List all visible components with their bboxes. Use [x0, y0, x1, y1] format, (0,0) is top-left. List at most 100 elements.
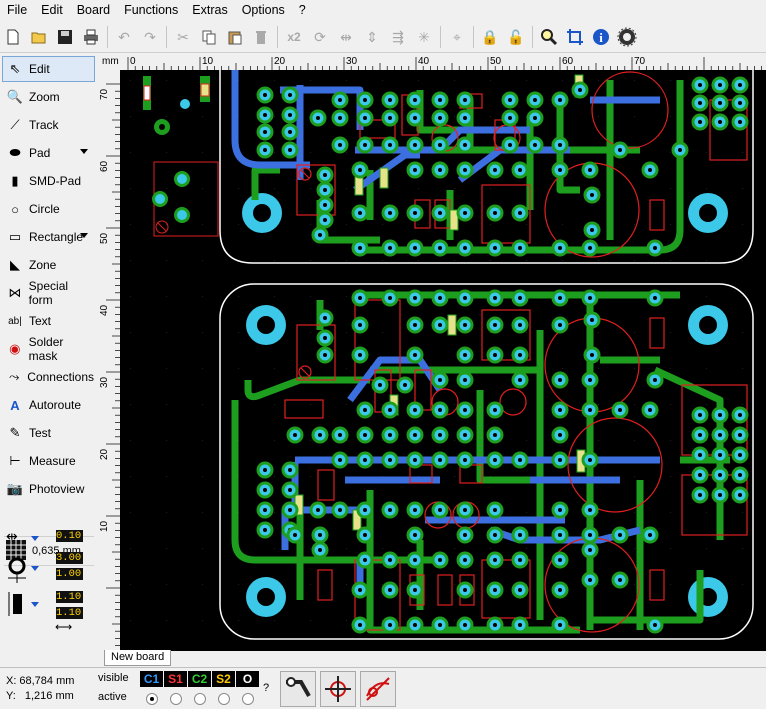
- tool-pad[interactable]: ⬬ Pad: [2, 140, 95, 166]
- board-tab-bar: New board: [98, 650, 766, 667]
- menu-help[interactable]: ?: [292, 0, 313, 21]
- cut-icon[interactable]: ✂: [171, 25, 195, 49]
- menu-board[interactable]: Board: [70, 0, 117, 21]
- pad-hole: [558, 246, 562, 250]
- mirror-horizontal-icon[interactable]: ⇹: [334, 25, 358, 49]
- tool-photoview[interactable]: 📷 Photoview: [2, 476, 95, 502]
- crosshair-icon[interactable]: [563, 25, 587, 49]
- lock-icon[interactable]: 🔒: [478, 25, 502, 49]
- pad-hole: [413, 533, 417, 537]
- tool-autoroute[interactable]: A Autoroute: [2, 392, 95, 418]
- y-value: 1,216 mm: [24, 690, 74, 702]
- tool-measure[interactable]: ⊢ Measure: [2, 448, 95, 474]
- undo-icon[interactable]: ↶: [112, 25, 136, 49]
- mirror-vertical-icon[interactable]: ⇕: [360, 25, 384, 49]
- pad-size-dropdown[interactable]: [31, 566, 39, 571]
- tool-rectangle[interactable]: ▭ Rectangle: [2, 224, 95, 250]
- snap-icon[interactable]: ⌖: [445, 25, 469, 49]
- tool-zone[interactable]: ◣ Zone: [2, 252, 95, 278]
- info-icon[interactable]: i: [589, 25, 613, 49]
- tool-zoom[interactable]: 🔍 Zoom: [2, 84, 95, 110]
- paste-icon[interactable]: [223, 25, 247, 49]
- pad-hole: [438, 143, 442, 147]
- redo-icon[interactable]: ↷: [138, 25, 162, 49]
- track-width-dropdown[interactable]: [31, 536, 39, 541]
- target-icon: [325, 676, 351, 702]
- pad-hole: [358, 168, 362, 172]
- layer-c2-visible-toggle[interactable]: C2: [188, 671, 211, 687]
- pad-hole: [463, 116, 467, 120]
- tool-text[interactable]: ab| Text: [2, 308, 95, 334]
- pad-hole: [363, 98, 367, 102]
- tool-label: Measure: [29, 454, 76, 468]
- tool-label: Special form: [28, 279, 69, 307]
- menu-file[interactable]: File: [0, 0, 34, 21]
- open-icon[interactable]: [27, 25, 51, 49]
- zoom-icon[interactable]: [537, 25, 561, 49]
- no-connections-button[interactable]: [360, 671, 396, 707]
- ruler-tick-label: 60: [99, 160, 110, 172]
- pad-hole: [698, 101, 702, 105]
- layer-s1-active-radio[interactable]: [170, 693, 182, 705]
- tool-test[interactable]: ✎ Test: [2, 420, 95, 446]
- smd-height-field[interactable]: 1.10: [56, 607, 83, 619]
- tool-edit[interactable]: ⇖ Edit: [2, 56, 95, 82]
- pcb-canvas[interactable]: [120, 70, 766, 651]
- layer-help[interactable]: ?: [263, 682, 269, 694]
- rotate-icon[interactable]: ⟳: [308, 25, 332, 49]
- pad-hole: [413, 323, 417, 327]
- tool-solder-mask[interactable]: ◉ Solder mask: [2, 335, 95, 363]
- layer-s1-visible-toggle[interactable]: S1: [164, 671, 187, 687]
- menu-functions[interactable]: Functions: [117, 0, 185, 21]
- pad-hole: [263, 113, 267, 117]
- layer-s2-active-radio[interactable]: [218, 693, 230, 705]
- smd-width-field[interactable]: 1.10: [56, 591, 83, 603]
- menu-options[interactable]: Options: [235, 0, 292, 21]
- swap-dimensions-icon[interactable]: ⟷: [55, 620, 72, 634]
- layer-o-active-radio[interactable]: [242, 693, 254, 705]
- pad-hole: [558, 98, 562, 102]
- ruler-horizontal: mm 0 10 20 30 40 50 60 70: [98, 54, 766, 70]
- layer-o-visible-toggle[interactable]: O: [236, 671, 259, 687]
- tool-special-form[interactable]: ⋈ Special form: [2, 279, 95, 307]
- pad-hole: [323, 353, 327, 357]
- layer-s2-visible-toggle[interactable]: S2: [212, 671, 235, 687]
- unlock-icon[interactable]: 🔓: [504, 25, 528, 49]
- new-icon[interactable]: [1, 25, 25, 49]
- dropdown-arrow-icon[interactable]: [80, 149, 88, 154]
- dropdown-arrow-icon[interactable]: [80, 233, 88, 238]
- pad-hole: [588, 246, 592, 250]
- layer-c1-visible-toggle[interactable]: C1: [140, 671, 163, 687]
- menu-edit[interactable]: Edit: [34, 0, 70, 21]
- settings-gear-icon[interactable]: [615, 25, 639, 49]
- pad-outer-field[interactable]: 3.00: [56, 552, 83, 564]
- tab-new-board[interactable]: New board: [104, 650, 172, 666]
- ratsnest-button[interactable]: [280, 671, 316, 707]
- crosshair-mode-button[interactable]: [320, 671, 356, 707]
- tool-track[interactable]: ⟋ Track: [2, 112, 95, 138]
- ruler-tick-label: 30: [346, 56, 358, 67]
- pad-hole: [323, 316, 327, 320]
- print-icon[interactable]: [79, 25, 103, 49]
- menu-extras[interactable]: Extras: [185, 0, 234, 21]
- pad-hole: [678, 148, 682, 152]
- pad-hole: [263, 528, 267, 532]
- save-icon[interactable]: [53, 25, 77, 49]
- layer-c1-active-radio[interactable]: [146, 693, 158, 705]
- align-icon[interactable]: ⇶: [386, 25, 410, 49]
- layer-c2-active-radio[interactable]: [194, 693, 206, 705]
- pad-inner-field[interactable]: 1.00: [56, 568, 83, 580]
- tool-circle[interactable]: ○ Circle: [2, 196, 95, 222]
- pad-hole: [588, 408, 592, 412]
- group-icon[interactable]: ✳: [412, 25, 436, 49]
- track-width-field[interactable]: 0.10: [56, 530, 83, 542]
- copy-icon[interactable]: [197, 25, 221, 49]
- tool-smd-pad[interactable]: ▮ SMD-Pad: [2, 168, 95, 194]
- pad-hole: [588, 378, 592, 382]
- pad-hole: [648, 168, 652, 172]
- smd-size-dropdown[interactable]: [31, 602, 39, 607]
- tool-connections[interactable]: ⤳ Connections: [2, 364, 95, 390]
- delete-icon[interactable]: [249, 25, 273, 49]
- duplicate-x2-icon[interactable]: x2: [282, 25, 306, 49]
- tool-label: Solder mask: [28, 335, 64, 363]
